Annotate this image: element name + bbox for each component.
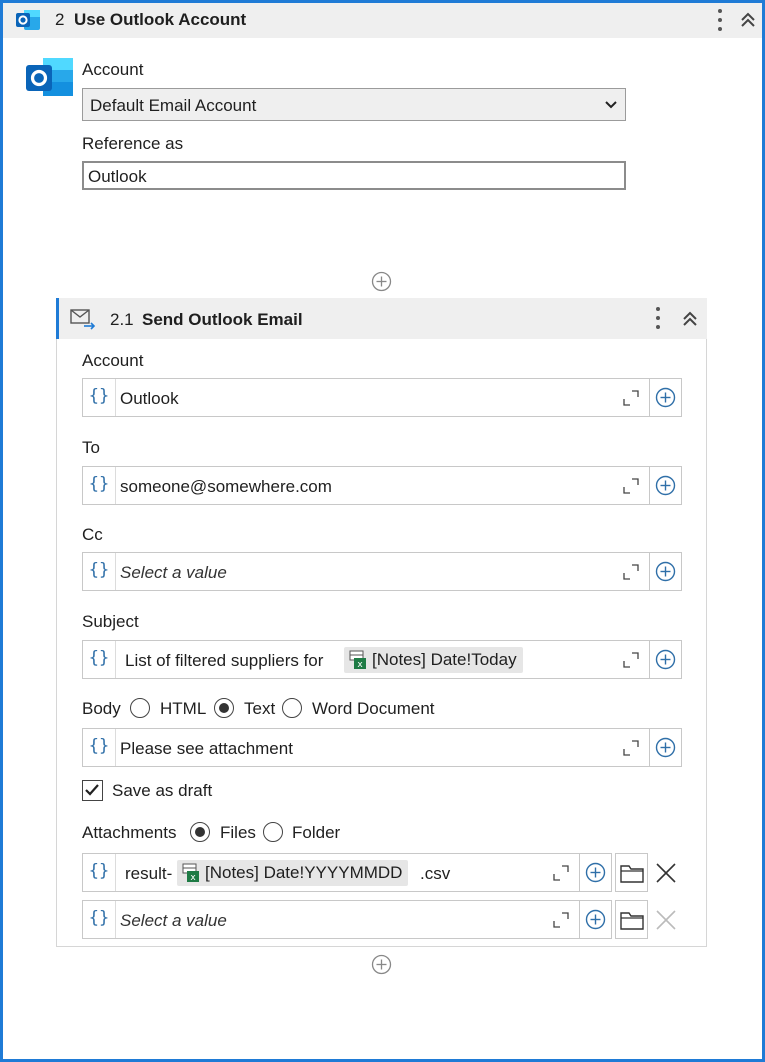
account-label: Account	[82, 60, 144, 79]
subject-chip-label: [Notes] Date!Today	[372, 650, 517, 669]
svg-text:x: x	[190, 873, 196, 883]
account-select[interactable]: Default Email Account	[82, 88, 626, 121]
save-draft-checkbox[interactable]	[82, 780, 103, 801]
body-label: Body	[82, 699, 121, 718]
expression-icon[interactable]: {}	[83, 729, 116, 766]
checkmark-icon	[85, 784, 99, 796]
attachment-field[interactable]: {} result- x [Notes] Date!YYYYMMDD .csv	[82, 853, 580, 892]
body-text-label: Text	[244, 699, 276, 718]
cc-field[interactable]: {} Select a value	[82, 552, 650, 591]
body-field[interactable]: {} Please see attachment	[82, 728, 650, 767]
excel-icon: x	[182, 863, 199, 883]
outlook-icon	[16, 10, 40, 30]
to-value: someone@somewhere.com	[120, 477, 332, 496]
subject-field[interactable]: {} List of filtered suppliers for x [Not…	[82, 640, 650, 679]
subject-label: Subject	[82, 612, 139, 631]
attachment-field-empty[interactable]: {} Select a value	[82, 900, 580, 939]
attachment-prefix: result-	[125, 864, 173, 883]
email-account-value: Outlook	[120, 389, 179, 408]
add-variable-button[interactable]	[649, 466, 682, 505]
body-html-radio[interactable]	[130, 698, 150, 718]
attachment-variable-chip[interactable]: x [Notes] Date!YYYYMMDD	[177, 860, 409, 886]
collapse-icon[interactable]	[681, 310, 699, 328]
add-circle-icon	[585, 909, 606, 930]
page-title: Use Outlook Account	[74, 10, 247, 29]
close-icon[interactable]	[655, 862, 677, 884]
add-variable-button[interactable]	[579, 853, 612, 892]
attachment-chip-label: [Notes] Date!YYYYMMDD	[205, 863, 403, 882]
excel-icon: x	[349, 650, 366, 670]
add-variable-button[interactable]	[649, 378, 682, 417]
reference-input[interactable]: Outlook	[82, 161, 626, 190]
add-circle-icon	[655, 737, 676, 758]
expression-icon[interactable]: {}	[83, 901, 116, 938]
body-word-label: Word Document	[312, 699, 435, 718]
expand-icon[interactable]	[623, 564, 639, 580]
browse-folder-button[interactable]	[615, 853, 648, 892]
svg-text:x: x	[357, 660, 363, 670]
attachment-suffix: .csv	[420, 864, 451, 883]
to-label: To	[82, 438, 100, 457]
attachments-folder-radio[interactable]	[263, 822, 283, 842]
subject-text: List of filtered suppliers for	[125, 651, 324, 670]
to-field[interactable]: {} someone@somewhere.com	[82, 466, 650, 505]
add-circle-icon	[655, 475, 676, 496]
card-title: Send Outlook Email	[142, 310, 303, 329]
expression-icon[interactable]: {}	[83, 641, 116, 678]
expand-icon[interactable]	[623, 478, 639, 494]
body-html-label: HTML	[160, 699, 207, 718]
expression-icon[interactable]: {}	[83, 553, 116, 590]
collapse-icon[interactable]	[739, 11, 757, 29]
kebab-menu-icon[interactable]	[655, 307, 661, 329]
add-circle-icon	[655, 561, 676, 582]
outlook-icon	[26, 58, 73, 96]
expression-icon[interactable]: {}	[83, 467, 116, 504]
attachments-files-label: Files	[220, 823, 256, 842]
activity-header[interactable]: 2 Use Outlook Account	[3, 3, 762, 38]
add-circle-icon	[585, 862, 606, 883]
reference-label: Reference as	[82, 134, 184, 153]
kebab-menu-icon[interactable]	[717, 9, 723, 31]
add-variable-button[interactable]	[649, 728, 682, 767]
attachments-files-radio[interactable]	[190, 822, 210, 842]
close-icon	[656, 910, 676, 930]
expand-icon[interactable]	[553, 865, 569, 881]
step-number: 2	[55, 10, 65, 29]
add-variable-button[interactable]	[649, 552, 682, 591]
folder-icon	[619, 911, 644, 930]
mail-send-icon	[70, 309, 96, 330]
cc-placeholder: Select a value	[120, 563, 227, 582]
add-circle-icon	[655, 387, 676, 408]
expand-icon[interactable]	[623, 390, 639, 406]
body-word-radio[interactable]	[282, 698, 302, 718]
add-circle-icon	[655, 649, 676, 670]
attachment-placeholder: Select a value	[120, 911, 227, 930]
save-draft-label: Save as draft	[112, 781, 213, 800]
attachments-label: Attachments	[82, 823, 177, 842]
expression-icon[interactable]: {}	[83, 379, 116, 416]
expand-icon[interactable]	[623, 740, 639, 756]
cc-label: Cc	[82, 525, 103, 544]
account-select-value: Default Email Account	[90, 96, 257, 115]
step-number: 2.1	[110, 310, 134, 329]
add-variable-button[interactable]	[579, 900, 612, 939]
expression-icon[interactable]: {}	[83, 854, 116, 891]
browse-folder-button[interactable]	[615, 900, 648, 939]
add-circle-icon[interactable]	[371, 954, 392, 975]
add-circle-icon[interactable]	[371, 271, 392, 292]
expand-icon[interactable]	[553, 912, 569, 928]
chevron-down-icon	[605, 101, 617, 109]
add-variable-button[interactable]	[649, 640, 682, 679]
reference-value: Outlook	[88, 167, 147, 186]
email-account-field[interactable]: {} Outlook	[82, 378, 650, 417]
attachments-folder-label: Folder	[292, 823, 341, 842]
subject-variable-chip[interactable]: x [Notes] Date!Today	[344, 647, 523, 673]
expand-icon[interactable]	[623, 652, 639, 668]
folder-icon	[619, 864, 644, 883]
body-value: Please see attachment	[120, 739, 293, 758]
email-account-label: Account	[82, 351, 144, 370]
body-text-radio[interactable]	[214, 698, 234, 718]
